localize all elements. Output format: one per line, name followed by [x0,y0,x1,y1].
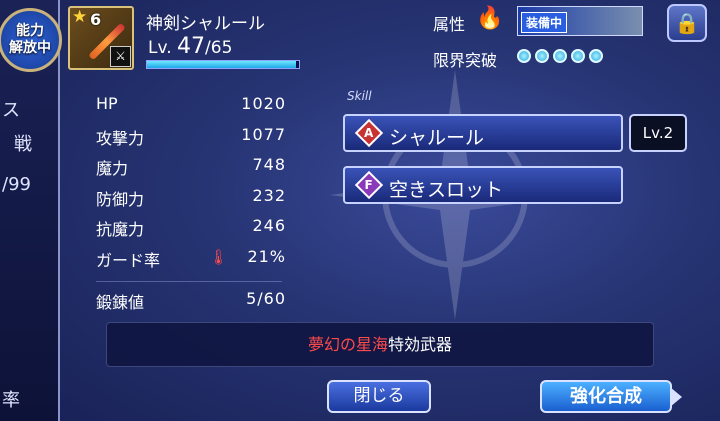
skill-slot-label: シャルール [389,127,485,149]
ability-icon: F [354,170,384,200]
limit-break-dot [535,49,549,63]
weapon-type-icon: ⚔ [110,46,131,67]
limit-break-dot [517,49,531,63]
close-button[interactable]: 閉じる [327,380,431,413]
exp-bar-fill [147,61,296,68]
thermometer-icon: 🌡 [209,247,229,266]
stat-label: HP [96,94,118,113]
skill-slot-label: 空きスロット [389,179,504,201]
stat-row: ガード率 21% 🌡 [96,247,286,278]
limit-break-dots [517,49,603,63]
forge-row: 鍛錬値 5/60 [96,289,286,313]
stat-label: 攻撃力 [96,128,145,148]
skill-level-badge: Lv.2 [629,114,687,152]
rarity-value: 6 [90,10,102,29]
limit-break-dot [571,49,585,63]
enhance-button[interactable]: 強化合成 [540,380,682,413]
badge-line2: 解放中 [9,40,51,56]
level-prefix: Lv. [148,38,172,58]
stat-value: 21% [247,246,286,266]
lock-button[interactable]: 🔒 [667,4,707,42]
level-current: 47 [177,34,206,59]
left-fragment-text: 率 [2,390,20,411]
forge-label: 鍛錬値 [96,293,145,312]
left-fragment-text: 戦 [14,134,32,155]
equipped-tag: 装備中 [521,12,568,33]
level-max: /65 [205,38,233,58]
stat-row: 攻撃力 1077 [96,125,286,156]
limit-break-dot [589,49,603,63]
skill-section-label: Skill [347,89,372,103]
ability-icon-letter: F [364,177,373,192]
exp-bar [146,60,300,69]
badge-line1: 能力 [16,23,44,39]
effect-highlight: 夢幻の星海 [307,335,388,354]
stat-row: 抗魔力 246 [96,216,286,247]
weapon-icon: ★ 6 ⚔ [68,6,134,70]
equipped-character: 装備中 [517,6,643,36]
attribute-label: 属性 [433,15,466,34]
fire-icon: 🔥 [476,6,504,31]
stat-row: 防御力 232 [96,186,286,217]
divider [96,281,282,282]
stat-value: 748 [252,155,286,174]
left-fragment-text: /99 [2,174,31,195]
lock-icon: 🔒 [674,11,700,35]
stat-label: 抗魔力 [96,220,145,239]
ability-icon-letter: A [363,125,374,140]
star-icon: ★ [72,7,88,27]
weapon-name: 神剣シャルール [146,14,265,34]
stat-value: 1020 [241,94,286,113]
stat-row: 魔力 748 [96,155,286,186]
stat-value: 246 [252,216,286,235]
skill-slot-button[interactable]: A シャルール [343,114,623,152]
forge-value: 5/60 [246,289,286,308]
stat-label: 防御力 [96,189,145,209]
stat-label: 魔力 [96,159,129,178]
stat-value: 232 [252,185,286,205]
limit-break-dot [553,49,567,63]
stat-row: HP 1020 [96,94,286,125]
effect-description: 夢幻の星海特効武器 [106,322,654,367]
limit-break-label: 限界突破 [433,51,498,70]
weapon-level: Lv. 47/65 [148,34,232,59]
skill-slot-button[interactable]: F 空きスロット [343,166,623,204]
stat-value: 1077 [241,124,286,144]
ability-icon: A [354,118,384,148]
stat-label: ガード率 [96,250,161,270]
stats-list: HP 1020 攻撃力 1077 魔力 748 防御力 232 抗魔力 246 ガード率 21% 🌡 [96,94,286,277]
left-fragment-text: ス [2,100,20,121]
effect-text: 特効武器 [388,335,453,354]
ability-release-badge: 能力 解放中 [0,8,62,72]
